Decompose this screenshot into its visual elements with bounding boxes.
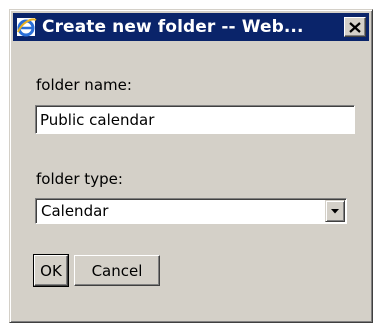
chevron-down-icon bbox=[331, 208, 339, 213]
close-button[interactable] bbox=[344, 17, 366, 37]
folder-name-input[interactable] bbox=[35, 105, 355, 134]
folder-type-select[interactable]: Calendar bbox=[35, 198, 347, 224]
cancel-button[interactable]: Cancel bbox=[74, 255, 160, 286]
internet-explorer-icon bbox=[17, 18, 37, 37]
ok-button[interactable]: OK bbox=[33, 254, 69, 287]
folder-name-label: folder name: bbox=[36, 76, 132, 94]
dialog-window: Create new folder -- Web... folder name:… bbox=[9, 9, 373, 323]
folder-type-selected-value: Calendar bbox=[41, 202, 109, 220]
dropdown-button[interactable] bbox=[325, 200, 345, 222]
title-bar[interactable]: Create new folder -- Web... bbox=[13, 13, 369, 41]
close-icon bbox=[349, 21, 361, 33]
window-title: Create new folder -- Web... bbox=[42, 17, 304, 37]
folder-type-label: folder type: bbox=[36, 170, 123, 188]
